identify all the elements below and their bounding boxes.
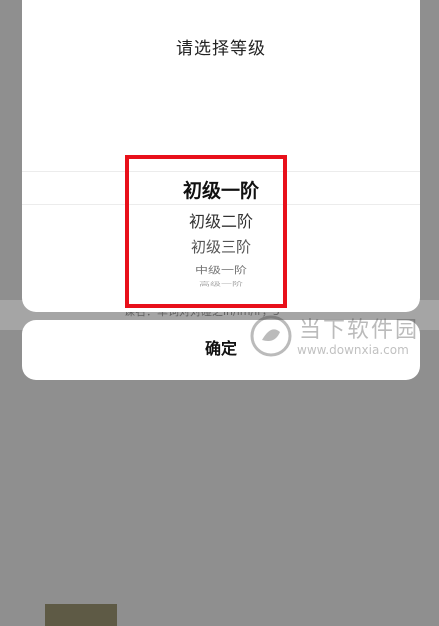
confirm-sheet: 确定 (22, 320, 420, 380)
level-picker-wheel[interactable]: 初级一阶 初级二阶 初级三阶 中级一阶 高级一阶 (22, 150, 420, 312)
picker-option-selected[interactable]: 初级一阶 (22, 176, 420, 203)
picker-option[interactable]: 初级二阶 (22, 208, 420, 232)
picker-option[interactable]: 初级三阶 (22, 236, 420, 257)
picker-title: 请选择等级 (176, 39, 266, 59)
picker-option[interactable]: 中级一阶 (22, 262, 420, 276)
level-picker-sheet: 请选择等级 初级一阶 初级二阶 初级三阶 中级一阶 高级一阶 (22, 0, 420, 312)
picker-option[interactable]: 高级一阶 (22, 280, 420, 288)
confirm-button[interactable]: 确定 (22, 320, 420, 373)
background-course-thumbnail (45, 604, 117, 626)
